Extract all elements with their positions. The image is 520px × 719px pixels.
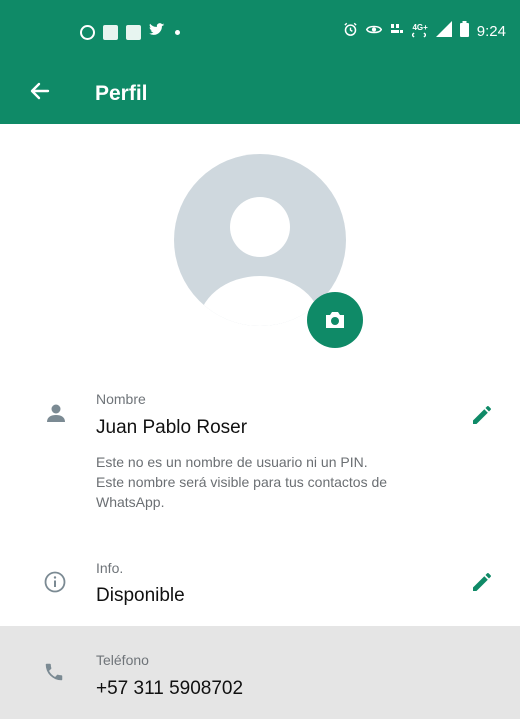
name-label: Nombre bbox=[96, 391, 146, 407]
name-hint: Este no es un nombre de usuario ni un PI… bbox=[96, 452, 476, 512]
app-icon bbox=[126, 25, 141, 40]
status-bar: 4G+ 9:24 bbox=[0, 0, 520, 62]
name-hint-line: Este nombre será visible para tus contac… bbox=[96, 474, 388, 490]
back-arrow-icon[interactable] bbox=[28, 79, 52, 103]
phone-icon bbox=[43, 661, 65, 688]
edit-info-pencil-icon[interactable] bbox=[470, 570, 494, 594]
signal-icon bbox=[435, 21, 452, 41]
phone-label: Teléfono bbox=[96, 652, 149, 668]
notification-icons bbox=[80, 23, 180, 42]
battery-icon bbox=[459, 21, 469, 41]
edit-name-pencil-icon[interactable] bbox=[470, 403, 494, 427]
name-hint-line: WhatsApp. bbox=[96, 494, 165, 510]
app-bar: 4G+ 9:24 Perfil bbox=[0, 0, 520, 124]
camera-icon bbox=[326, 312, 344, 328]
toolbar: Perfil bbox=[0, 62, 520, 124]
name-value: Juan Pablo Roser bbox=[96, 417, 248, 438]
network-type: 4G+ bbox=[412, 23, 428, 32]
info-value: Disponible bbox=[96, 585, 185, 606]
info-label: Info. bbox=[96, 560, 124, 576]
name-hint-line: Este no es un nombre de usuario ni un PI… bbox=[96, 454, 368, 470]
info-icon bbox=[43, 570, 67, 599]
person-icon bbox=[45, 403, 67, 428]
phone-value: +57 311 5908702 bbox=[96, 678, 244, 699]
phone-row[interactable]: Teléfono +57 311 5908702 bbox=[0, 626, 520, 719]
change-photo-button[interactable] bbox=[307, 292, 363, 348]
facebook-icon bbox=[80, 25, 95, 40]
dot-icon bbox=[175, 30, 180, 35]
app-icon bbox=[103, 25, 118, 40]
twitter-icon bbox=[149, 23, 165, 42]
eye-icon bbox=[366, 23, 383, 40]
system-icons: 4G+ 9:24 bbox=[343, 21, 506, 41]
clock: 9:24 bbox=[476, 22, 506, 40]
alarm-icon bbox=[343, 22, 358, 41]
4g-icon: 4G+ bbox=[412, 23, 428, 38]
page-title: Perfil bbox=[95, 82, 148, 105]
volte-icon bbox=[390, 22, 404, 40]
